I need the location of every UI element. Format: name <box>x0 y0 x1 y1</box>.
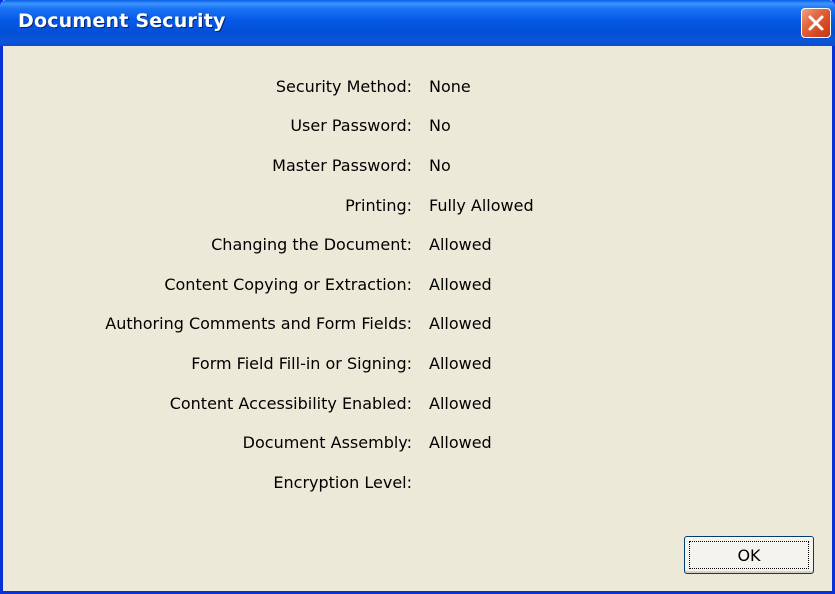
row-master-password: Master Password: No <box>3 156 832 180</box>
row-label: Content Copying or Extraction: <box>164 275 412 294</box>
dialog-content: Security Method: None User Password: No … <box>3 46 832 591</box>
row-value: No <box>429 156 451 175</box>
row-content-copying: Content Copying or Extraction: Allowed <box>3 275 832 299</box>
row-value: Allowed <box>429 235 492 254</box>
row-value: Allowed <box>429 394 492 413</box>
row-value: Allowed <box>429 433 492 452</box>
row-encryption-level: Encryption Level: <box>3 473 832 497</box>
row-document-assembly: Document Assembly: Allowed <box>3 433 832 457</box>
row-changing-document: Changing the Document: Allowed <box>3 235 832 259</box>
row-user-password: User Password: No <box>3 116 832 140</box>
row-label: Document Assembly: <box>242 433 412 452</box>
row-security-method: Security Method: None <box>3 77 832 101</box>
row-value: None <box>429 77 471 96</box>
document-security-dialog: Document Security Security Method: None … <box>0 0 835 594</box>
row-label: Authoring Comments and Form Fields: <box>105 314 412 333</box>
row-label: Security Method: <box>275 77 412 96</box>
row-value: Allowed <box>429 314 492 333</box>
row-label: Master Password: <box>272 156 412 175</box>
row-value: Allowed <box>429 354 492 373</box>
row-value: No <box>429 116 451 135</box>
dialog-title: Document Security <box>18 10 226 32</box>
row-form-field-fill: Form Field Fill-in or Signing: Allowed <box>3 354 832 378</box>
row-printing: Printing: Fully Allowed <box>3 196 832 220</box>
row-label: Changing the Document: <box>211 235 412 254</box>
row-label: Form Field Fill-in or Signing: <box>191 354 412 373</box>
row-label: Encryption Level: <box>273 473 412 492</box>
ok-button-label: OK <box>689 541 809 569</box>
row-value: Allowed <box>429 275 492 294</box>
title-bar[interactable]: Document Security <box>0 0 835 46</box>
row-content-accessibility: Content Accessibility Enabled: Allowed <box>3 394 832 418</box>
close-icon <box>808 15 824 31</box>
row-label: Content Accessibility Enabled: <box>169 394 412 413</box>
row-value: Fully Allowed <box>429 196 534 215</box>
close-button[interactable] <box>801 8 831 38</box>
ok-button[interactable]: OK <box>684 536 814 574</box>
row-label: Printing: <box>345 196 412 215</box>
row-authoring-comments: Authoring Comments and Form Fields: Allo… <box>3 314 832 338</box>
row-label: User Password: <box>290 116 412 135</box>
